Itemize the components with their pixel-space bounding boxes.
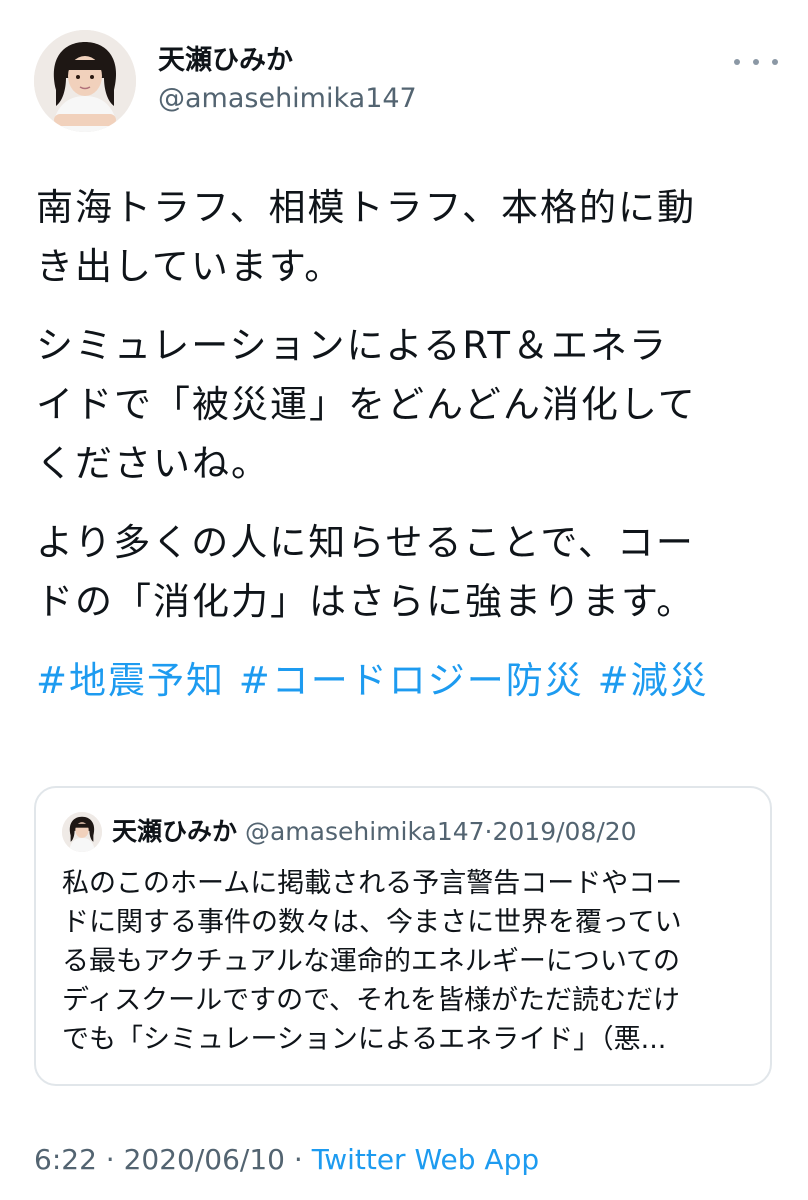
meta-separator: ·	[105, 1143, 115, 1176]
quote-line: る最もアクチュアルな運命的エネルギーについての	[62, 946, 681, 977]
tweet-line: き出しています。	[36, 245, 344, 288]
author-avatar[interactable]	[34, 30, 136, 132]
hashtag-link[interactable]: #コードロジー防災	[239, 659, 584, 702]
quote-text: 私のこのホームに掲載される予言警告コードやコー ドに関する事件の数々は、今まさに…	[62, 864, 752, 1059]
tweet-line: より多くの人に知らせることで、コー	[36, 521, 695, 564]
tweet-paragraph: 南海トラフ、相模トラフ、本格的に動 き出しています。	[36, 178, 776, 296]
tweet-line: ドの「消化力」はさらに強まります。	[36, 580, 696, 623]
quote-date[interactable]: 2019/08/20	[493, 817, 637, 846]
tweet-paragraph: シミュレーションによるRT＆エネラ イドで「被災運」をどんどん消化して ください…	[36, 316, 776, 493]
more-icon	[734, 59, 740, 65]
quote-line: 私のこのホームに掲載される予言警告コードやコー	[62, 868, 683, 899]
more-icon-dot	[772, 59, 778, 65]
quote-separator: ·	[484, 817, 493, 846]
more-icon-dot	[753, 59, 759, 65]
tweet-meta: 6:22 · 2020/06/10 · Twitter Web App	[34, 1142, 539, 1178]
avatar-icon	[34, 30, 136, 132]
hashtag-list: #地震予知 #コードロジー防災 #減災	[36, 651, 776, 710]
more-options-button[interactable]	[734, 50, 778, 74]
tweet-text: 南海トラフ、相模トラフ、本格的に動 き出しています。 シミュレーションによるRT…	[36, 178, 776, 730]
quote-author-handle[interactable]: @amasehimika147	[245, 817, 485, 846]
hashtag-link[interactable]: #減災	[598, 659, 709, 702]
quote-line: ドに関する事件の数々は、今まさに世界を覆ってい	[62, 907, 682, 938]
quote-line: でも「シミュレーションによるエネライド」（悪...	[62, 1024, 667, 1055]
quote-author-name[interactable]: 天瀬ひみか	[112, 817, 237, 846]
avatar-icon	[62, 812, 102, 852]
tweet-line: シミュレーションによるRT＆エネラ	[36, 324, 669, 367]
quote-header: 天瀬ひみか @amasehimika147·2019/08/20	[112, 812, 637, 852]
tweet-line: 南海トラフ、相模トラフ、本格的に動	[36, 186, 697, 229]
source-link[interactable]: Twitter Web App	[312, 1143, 539, 1176]
tweet-time[interactable]: 6:22	[34, 1143, 97, 1176]
tweet-container: 天瀬ひみか @amasehimika147 南海トラフ、相模トラフ、本格的に動 …	[0, 0, 808, 1200]
quote-avatar[interactable]	[62, 812, 102, 852]
tweet-date[interactable]: 2020/06/10	[124, 1143, 285, 1176]
hashtag-link[interactable]: #地震予知	[36, 659, 225, 702]
quote-line: ディスクールですので、それを皆様がただ読むだけ	[62, 985, 681, 1016]
meta-separator: ·	[293, 1143, 303, 1176]
quoted-tweet-card[interactable]: 天瀬ひみか @amasehimika147·2019/08/20 私のこのホーム…	[34, 786, 772, 1086]
author-handle[interactable]: @amasehimika147	[158, 82, 417, 116]
tweet-line: イドで「被災運」をどんどん消化して	[36, 383, 697, 426]
tweet-paragraph: より多くの人に知らせることで、コー ドの「消化力」はさらに強まります。	[36, 513, 776, 631]
author-name[interactable]: 天瀬ひみか	[158, 44, 293, 78]
tweet-line: くださいね。	[36, 442, 270, 485]
